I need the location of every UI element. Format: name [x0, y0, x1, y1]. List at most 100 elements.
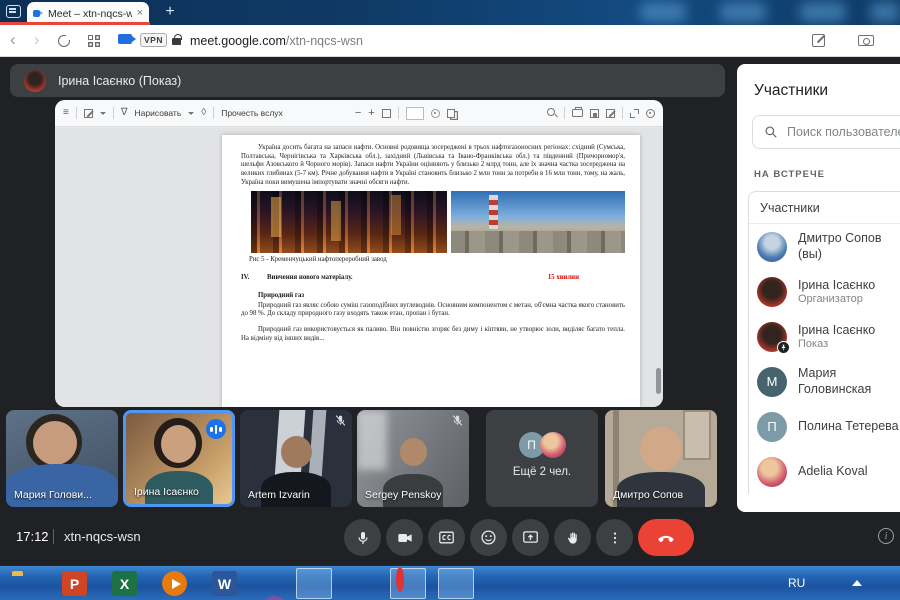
doc-section-row: IV. Вивчення нового матеріалу. 15 хвилин	[241, 274, 625, 283]
tab-tiling-icon[interactable]	[88, 35, 93, 40]
pen-dropdown-icon[interactable]	[100, 112, 106, 115]
camera-button[interactable]	[386, 519, 423, 556]
participant-row[interactable]: Дмитро Сопов (вы)	[749, 224, 900, 269]
url-host: meet.google.com	[190, 34, 286, 48]
tile-name: Мария Голови...	[14, 489, 92, 501]
page-layout-icon[interactable]	[447, 109, 455, 118]
meeting-details-icon[interactable]: i	[878, 528, 894, 544]
snapshot-icon[interactable]	[858, 35, 874, 46]
avatar: П	[757, 412, 787, 442]
save-as-icon[interactable]	[606, 109, 615, 118]
excel-icon[interactable]: X	[112, 571, 137, 596]
video-tile[interactable]: Artem Izvarin	[240, 410, 352, 507]
video-tile[interactable]: Мария Голови...	[6, 410, 118, 507]
powerpoint-icon[interactable]: P	[62, 571, 87, 596]
pdf-scrollbar[interactable]	[656, 368, 661, 394]
participant-role: Показ	[798, 338, 875, 350]
participant-search[interactable]	[752, 115, 900, 149]
fullscreen-icon[interactable]	[630, 109, 639, 118]
search-icon	[764, 125, 778, 139]
word-icon[interactable]: W	[212, 571, 237, 596]
avatar: М	[757, 367, 787, 397]
tray-expand-icon[interactable]	[852, 580, 862, 586]
mic-off-icon	[334, 414, 347, 432]
back-icon[interactable]: ‹	[10, 29, 16, 51]
url-field[interactable]: meet.google.com/xtn-nqcs-wsn	[190, 34, 363, 48]
wallpaper-blob	[720, 2, 766, 22]
video-tile[interactable]: Дмитро Сопов	[605, 410, 717, 507]
opera-icon[interactable]	[396, 571, 421, 596]
speaking-indicator-icon	[206, 419, 226, 439]
pdf-menu-icon[interactable]: ≡	[63, 108, 69, 118]
participant-name: Дмитро Сопов (вы)	[798, 231, 900, 262]
participant-row[interactable]: Ірина Ісаєнко Показ	[749, 314, 900, 359]
reactions-button[interactable]	[470, 519, 507, 556]
participants-panel: Участники НА ВСТРЕЧЕ Участники Дмитро Со…	[737, 64, 900, 512]
new-tab-button[interactable]: +	[160, 1, 180, 23]
pdf-settings-icon[interactable]	[646, 109, 655, 118]
participant-name: Ірина Ісаєнко	[798, 278, 875, 294]
edit-page-icon[interactable]	[812, 34, 825, 47]
overflow-tile[interactable]: П Ещё 2 чел.	[486, 410, 598, 507]
participant-role: Организатор	[798, 293, 875, 305]
read-aloud-button[interactable]: Прочесть вслух	[221, 108, 283, 118]
sidebar-toggle-icon[interactable]	[6, 5, 21, 18]
viber-icon[interactable]	[262, 596, 287, 600]
video-tile[interactable]: Ірина Ісаєнко	[123, 410, 235, 507]
zoom-out-button[interactable]: −	[355, 107, 361, 119]
avatar	[757, 232, 787, 262]
participant-row[interactable]: П Полина Тетерева	[749, 404, 900, 449]
raise-hand-button[interactable]	[554, 519, 591, 556]
participant-row[interactable]: Ірина Ісаєнко Организатор	[749, 269, 900, 314]
camera-in-use-icon[interactable]	[118, 34, 132, 44]
refinery-night-photo	[251, 191, 447, 253]
eraser-icon[interactable]: ◊	[201, 108, 206, 118]
tile-name: Дмитро Сопов	[613, 489, 683, 501]
reload-icon[interactable]	[58, 35, 70, 47]
participant-row[interactable]: М Мария Головинская	[749, 359, 900, 404]
language-indicator[interactable]: RU	[788, 576, 805, 590]
rotate-icon[interactable]	[431, 109, 440, 118]
present-button[interactable]	[512, 519, 549, 556]
divider	[53, 529, 54, 544]
search-input[interactable]	[787, 125, 900, 139]
address-bar: ‹ › VPN meet.google.com/xtn-nqcs-wsn	[0, 25, 900, 57]
more-icon	[607, 530, 623, 546]
captions-button[interactable]	[428, 519, 465, 556]
forward-icon[interactable]: ›	[34, 29, 40, 51]
participant-name: Ірина Ісаєнко	[798, 323, 875, 339]
more-options-button[interactable]	[596, 519, 633, 556]
highlighter-icon[interactable]: ∇	[121, 108, 128, 118]
participant-row[interactable]: Adelia Koval	[749, 449, 900, 494]
search-document-icon[interactable]	[547, 108, 557, 118]
present-icon	[522, 529, 539, 546]
presenter-banner-label: Ірина Ісаєнко (Показ)	[58, 74, 181, 88]
close-tab-icon[interactable]: ×	[137, 8, 143, 19]
in-meeting-label: НА ВСТРЕЧЕ	[754, 169, 900, 180]
page-number-field[interactable]	[406, 107, 424, 120]
video-tile[interactable]: Sergey Penskoy	[357, 410, 469, 507]
print-icon[interactable]	[572, 109, 583, 117]
end-call-icon	[656, 528, 676, 548]
draw-dropdown-icon[interactable]	[188, 112, 194, 115]
doc-section-duration: 15 хвилин	[548, 274, 579, 283]
end-call-button[interactable]	[638, 519, 694, 556]
pdf-toolbar: ≡ ∇ Нарисовать ◊ Прочесть вслух − +	[55, 100, 663, 127]
mic-button[interactable]	[344, 519, 381, 556]
zoom-in-button[interactable]: +	[368, 107, 374, 119]
participants-group-header[interactable]: Участники	[749, 192, 900, 224]
draw-label[interactable]: Нарисовать	[135, 108, 182, 118]
wallpaper-blob	[870, 2, 900, 22]
fit-page-icon[interactable]	[382, 109, 391, 118]
tab-title: Meet – xtn-nqcs-wsn	[48, 8, 132, 20]
save-icon[interactable]	[590, 109, 599, 118]
vpn-badge[interactable]: VPN	[140, 33, 167, 47]
pen-tool-icon[interactable]	[84, 109, 93, 118]
mic-off-icon	[451, 414, 464, 432]
doc-figure-row	[251, 191, 625, 253]
media-player-icon[interactable]	[162, 571, 187, 596]
active-app-highlight	[438, 568, 474, 599]
wallpaper-blob	[800, 2, 846, 22]
camera-icon	[397, 530, 413, 546]
captions-icon	[438, 529, 455, 546]
